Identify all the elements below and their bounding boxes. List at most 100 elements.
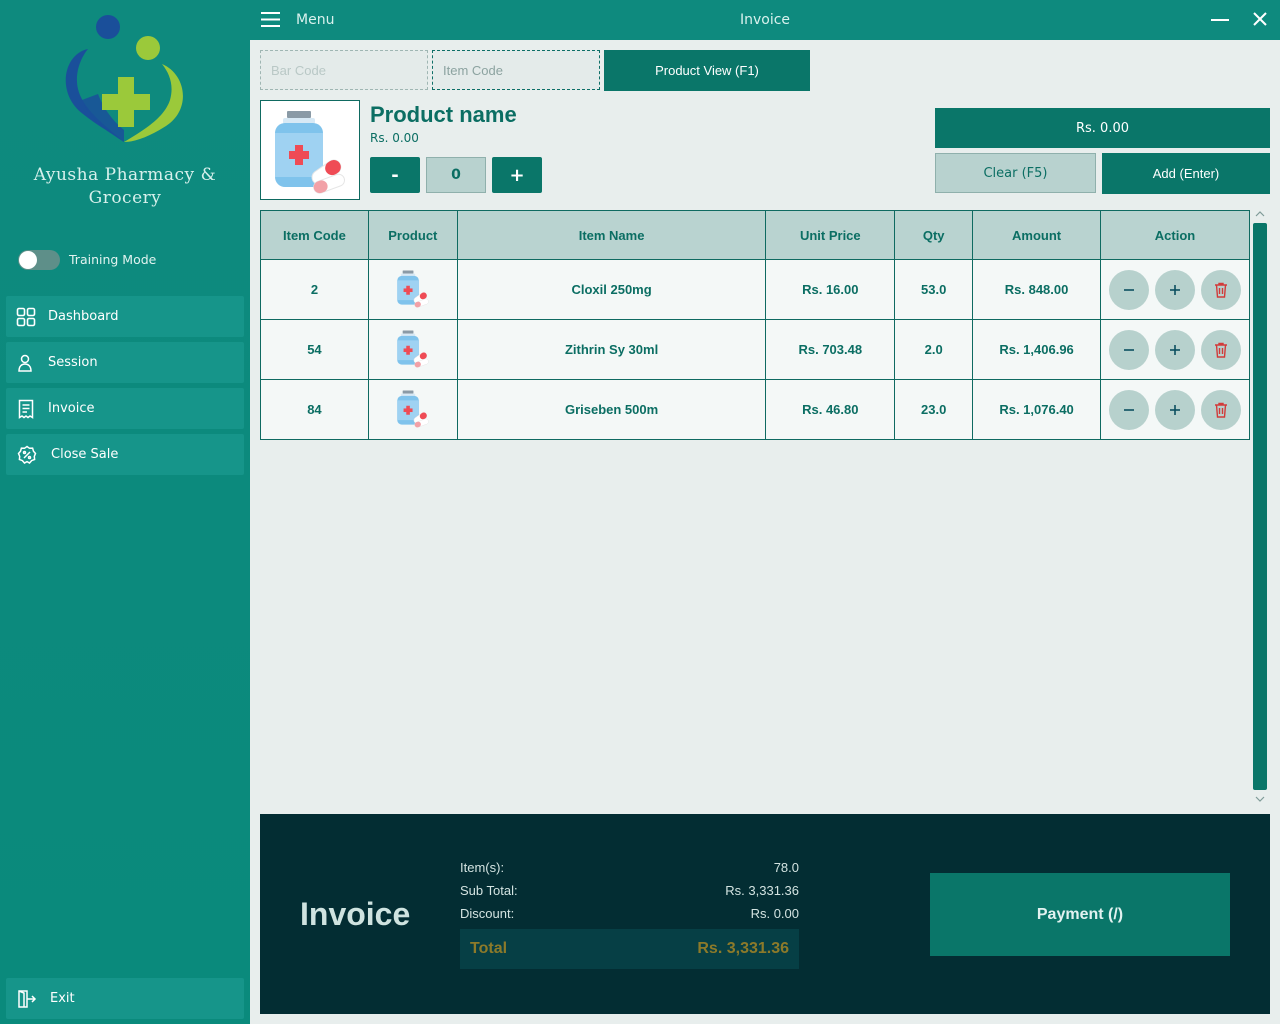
brand-line-2: Grocery [88,188,162,208]
cell-amount: Rs. 1,076.40 [972,379,1101,440]
training-mode-label: Training Mode [69,252,157,267]
table-scrollbar[interactable] [1252,210,1268,805]
trash-icon [1214,282,1227,298]
cell-qty: 53.0 [894,259,974,320]
plus-icon [1169,344,1180,355]
delete-row-button[interactable] [1200,269,1241,310]
total-label: Total [470,940,508,957]
cell-item-code: 2 [260,259,369,320]
sidebar-item-session[interactable]: Session [6,342,244,383]
cell-item-code: 54 [260,319,369,380]
medicine-bottle-icon [397,270,429,308]
exit-button[interactable]: Exit [6,978,244,1019]
cell-unit-price: Rs. 703.48 [765,319,896,380]
increase-qty-button[interactable] [1154,329,1195,370]
product-total: Rs. 0.00 [935,108,1270,148]
plus-icon [1169,404,1180,415]
minus-icon [1123,348,1134,351]
brand-name: Ayusha Pharmacy & Grocery [0,164,250,210]
decrease-qty-button[interactable] [1108,329,1149,370]
sidebar-item-label: Close Sale [51,447,119,462]
cell-amount: Rs. 1,406.96 [972,319,1101,380]
summary-heading: Invoice [300,896,411,932]
invoice-summary-panel: Invoice Item(s): 78.0 Sub Total: Rs. 3,3… [260,814,1270,1014]
exit-icon [16,988,38,1010]
sidebar-item-dashboard[interactable]: Dashboard [6,296,244,337]
subtotal-label: Sub Total: [460,883,518,898]
scrollbar-thumb[interactable] [1253,223,1267,790]
medicine-bottle-icon [275,111,346,194]
sidebar-item-label: Dashboard [48,309,119,324]
minus-icon [1123,288,1134,291]
discount-row: Discount: Rs. 0.00 [460,906,799,921]
decrease-qty-button[interactable] [1108,269,1149,310]
scroll-down-icon[interactable] [1255,795,1265,803]
receipt-icon [15,398,37,420]
sidebar-item-label: Session [48,355,98,370]
close-icon[interactable] [1251,10,1269,28]
sidebar-item-label: Invoice [48,401,95,416]
trash-icon [1214,342,1227,358]
table-row[interactable]: 2 Cloxil 250mg Rs. 16.00 53.0 Rs. 848.00 [260,259,1251,320]
table-row[interactable]: 54 Zithrin Sy 30ml Rs. 703.48 2.0 Rs. 1,… [260,319,1251,380]
decrease-qty-button[interactable] [1108,389,1149,430]
minimize-icon[interactable] [1211,19,1229,21]
header-item-name: Item Name [456,210,767,260]
cell-amount: Rs. 848.00 [972,259,1101,320]
qty-input[interactable]: 0 [426,157,486,193]
subtotal-row: Sub Total: Rs. 3,331.36 [460,883,799,898]
top-bar: Menu Invoice [250,0,1280,40]
grid-icon [15,306,37,328]
product-view-button[interactable]: Product View (F1) [604,50,810,91]
add-button[interactable]: Add (Enter) [1102,153,1270,194]
grand-total-row: Total Rs. 3,331.36 [460,929,799,969]
brand-line-1: Ayusha Pharmacy & [33,165,217,185]
increase-qty-button[interactable] [1154,389,1195,430]
cell-unit-price: Rs. 16.00 [765,259,896,320]
header-action: Action [1099,210,1251,260]
clear-button[interactable]: Clear (F5) [935,153,1096,193]
cell-actions [1099,259,1251,320]
item-code-input[interactable] [432,50,600,90]
qty-decrease-button[interactable]: - [370,157,420,193]
product-image [260,100,360,200]
cell-qty: 2.0 [894,319,974,380]
qty-increase-button[interactable]: + [492,157,542,193]
user-icon [15,352,37,374]
toggle-knob [19,251,37,269]
invoice-table: Item Code Product Item Name Unit Price Q… [260,210,1251,440]
sidebar-item-close-sale[interactable]: Close Sale [6,434,244,475]
delete-row-button[interactable] [1200,329,1241,370]
medicine-bottle-icon [397,390,429,428]
minus-icon [1123,408,1134,411]
product-price: Rs. 0.00 [370,131,419,145]
medicine-bottle-icon [397,330,429,368]
increase-qty-button[interactable] [1154,269,1195,310]
barcode-input[interactable] [260,50,428,90]
pharmacy-logo [65,15,183,142]
header-qty: Qty [894,210,974,260]
exit-label: Exit [50,991,75,1006]
header-unit-price: Unit Price [765,210,896,260]
header-amount: Amount [972,210,1101,260]
training-mode-toggle[interactable] [18,250,60,270]
product-name: Product name [370,102,517,127]
items-value: 78.0 [773,860,799,875]
header-product: Product [367,210,458,260]
scroll-up-icon[interactable] [1255,210,1265,218]
payment-button[interactable]: Payment (/) [930,873,1230,956]
table-row[interactable]: 84 Griseben 500m Rs. 46.80 23.0 Rs. 1,07… [260,379,1251,440]
percent-badge-icon [16,444,38,466]
items-row: Item(s): 78.0 [460,860,799,875]
discount-value: Rs. 0.00 [750,906,799,921]
sidebar-item-invoice[interactable]: Invoice [6,388,244,429]
delete-row-button[interactable] [1200,389,1241,430]
cell-item-name: Griseben 500m [456,379,767,440]
items-label: Item(s): [460,860,505,875]
cell-product-image [367,379,458,440]
cell-item-code: 84 [260,379,369,440]
header-item-code: Item Code [260,210,369,260]
plus-icon [1169,284,1180,295]
cell-unit-price: Rs. 46.80 [765,379,896,440]
cell-item-name: Zithrin Sy 30ml [456,319,767,380]
